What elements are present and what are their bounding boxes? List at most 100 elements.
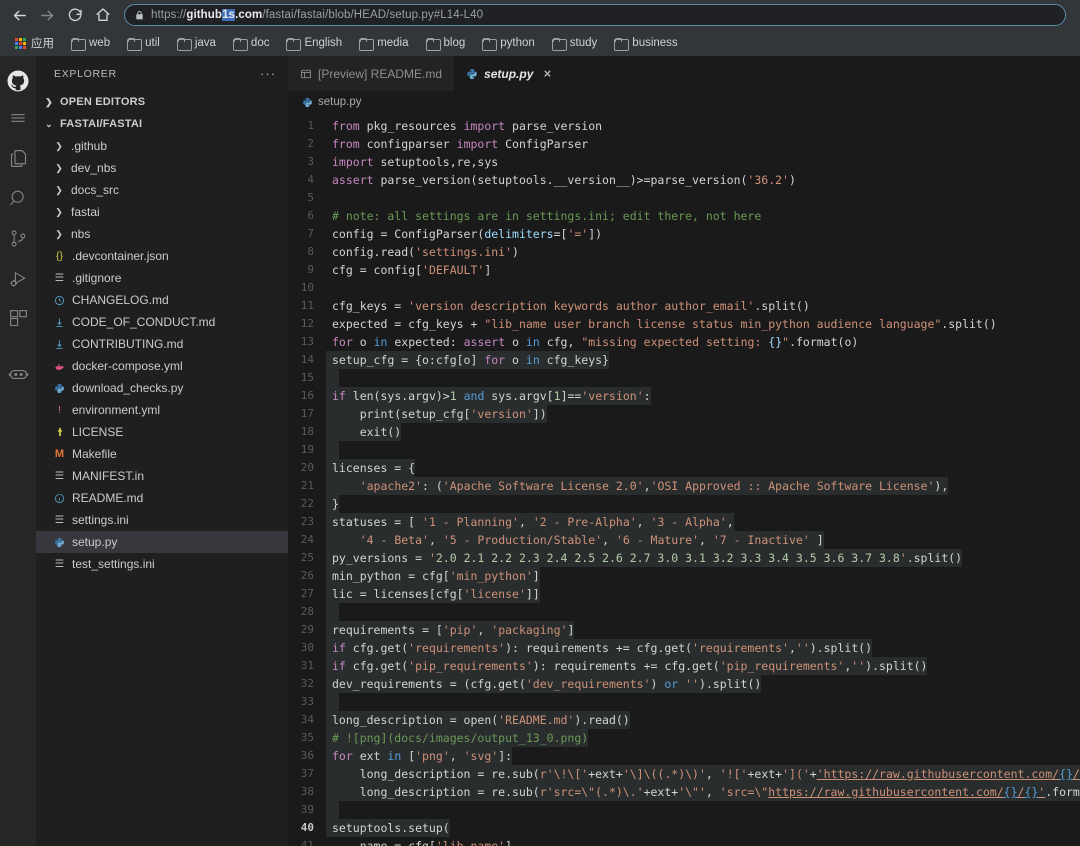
home-button[interactable]: [90, 2, 116, 28]
code-line[interactable]: 2from configparser import ConfigParser: [288, 135, 1080, 153]
bookmark-blog[interactable]: blog: [419, 35, 473, 51]
github-logo-icon[interactable]: [0, 64, 36, 98]
code-line[interactable]: 19: [288, 441, 1080, 459]
code-line[interactable]: 32dev_requirements = (cfg.get('dev_requi…: [288, 675, 1080, 693]
python-icon: [52, 383, 67, 394]
code-line[interactable]: 3import setuptools,re,sys: [288, 153, 1080, 171]
code-editor[interactable]: 1from pkg_resources import parse_version…: [288, 113, 1080, 846]
code-line[interactable]: 20licenses = {: [288, 459, 1080, 477]
explorer-more-actions-icon[interactable]: ···: [260, 67, 276, 80]
tree-file-changelog-md[interactable]: CHANGELOG.md: [36, 289, 288, 311]
code-line[interactable]: 15: [288, 369, 1080, 387]
code-line[interactable]: 23statuses = [ '1 - Planning', '2 - Pre-…: [288, 513, 1080, 531]
code-line[interactable]: 12expected = cfg_keys + "lib_name user b…: [288, 315, 1080, 333]
line-content: setuptools.setup(: [326, 819, 450, 837]
bookmark-java[interactable]: java: [170, 35, 223, 51]
extensions-icon[interactable]: [0, 298, 36, 338]
bookmark-util[interactable]: util: [120, 35, 167, 51]
tree-file-test-settings-ini[interactable]: ☰ test_settings.ini: [36, 553, 288, 575]
tree-file-readme-md[interactable]: README.md: [36, 487, 288, 509]
code-line[interactable]: 37 long_description = re.sub(r'\!\['+ext…: [288, 765, 1080, 783]
menu-icon[interactable]: [0, 98, 36, 138]
tree-file-makefile[interactable]: M Makefile: [36, 443, 288, 465]
tree-file-contributing-md[interactable]: CONTRIBUTING.md: [36, 333, 288, 355]
code-line[interactable]: 41 name = cfg['lib_name'],: [288, 837, 1080, 846]
code-line[interactable]: 29requirements = ['pip', 'packaging']: [288, 621, 1080, 639]
code-line[interactable]: 6# note: all settings are in settings.in…: [288, 207, 1080, 225]
tree-file-environment-yml[interactable]: ! environment.yml: [36, 399, 288, 421]
tree-file-devcontainer-json[interactable]: {} .devcontainer.json: [36, 245, 288, 267]
tree-folder-nbs[interactable]: ❯ nbs: [36, 223, 288, 245]
tree-file-manifest-in[interactable]: ☰ MANIFEST.in: [36, 465, 288, 487]
tree-file-code-of-conduct-md[interactable]: CODE_OF_CONDUCT.md: [36, 311, 288, 333]
tab-readme-preview[interactable]: [Preview] README.md: [288, 56, 454, 91]
bookmark-python[interactable]: python: [475, 35, 542, 51]
code-line[interactable]: 36for ext in ['png', 'svg']:: [288, 747, 1080, 765]
folder-icon: [359, 38, 372, 49]
code-line[interactable]: 31if cfg.get('pip_requirements'): requir…: [288, 657, 1080, 675]
address-bar[interactable]: https://github1s.com/fastai/fastai/blob/…: [124, 4, 1066, 26]
code-line[interactable]: 40setuptools.setup(: [288, 819, 1080, 837]
line-number: 28: [288, 603, 326, 621]
code-line[interactable]: 11cfg_keys = 'version description keywor…: [288, 297, 1080, 315]
tree-folder-docs-src[interactable]: ❯ docs_src: [36, 179, 288, 201]
reload-button[interactable]: [62, 2, 88, 28]
code-line[interactable]: 4assert parse_version(setuptools.__versi…: [288, 171, 1080, 189]
code-line[interactable]: 18 exit(): [288, 423, 1080, 441]
bookmark-study[interactable]: study: [545, 35, 605, 51]
bookmark-doc[interactable]: doc: [226, 35, 277, 51]
code-line[interactable]: 28: [288, 603, 1080, 621]
code-line[interactable]: 38 long_description = re.sub(r'src=\"(.*…: [288, 783, 1080, 801]
clock-icon: [52, 295, 67, 306]
tab-setup-py[interactable]: setup.py ×: [454, 56, 563, 91]
tree-file-license[interactable]: LICENSE: [36, 421, 288, 443]
tree-folder-dev-nbs[interactable]: ❯ dev_nbs: [36, 157, 288, 179]
tree-item-label: nbs: [71, 227, 90, 241]
tree-folder-fastai[interactable]: ❯ fastai: [36, 201, 288, 223]
back-button[interactable]: [6, 2, 32, 28]
close-icon[interactable]: ×: [543, 66, 551, 81]
search-icon[interactable]: [0, 178, 36, 218]
code-line[interactable]: 5: [288, 189, 1080, 207]
bookmark-apps[interactable]: 应用: [8, 33, 61, 53]
code-line[interactable]: 21 'apache2': ('Apache Software License …: [288, 477, 1080, 495]
code-line[interactable]: 17 print(setup_cfg['version']): [288, 405, 1080, 423]
code-line[interactable]: 26min_python = cfg['min_python']: [288, 567, 1080, 585]
bookmark-web[interactable]: web: [64, 35, 117, 51]
code-line[interactable]: 16if len(sys.argv)>1 and sys.argv[1]=='v…: [288, 387, 1080, 405]
forward-button[interactable]: [34, 2, 60, 28]
explorer-files-icon[interactable]: [0, 138, 36, 178]
code-line[interactable]: 33: [288, 693, 1080, 711]
code-line[interactable]: 30if cfg.get('requirements'): requiremen…: [288, 639, 1080, 657]
code-line[interactable]: 14setup_cfg = {o:cfg[o] for o in cfg_key…: [288, 351, 1080, 369]
tree-file-setup-py[interactable]: setup.py: [36, 531, 288, 553]
code-line[interactable]: 34long_description = open('README.md').r…: [288, 711, 1080, 729]
code-line[interactable]: 13for o in expected: assert o in cfg, "m…: [288, 333, 1080, 351]
sidebar-section-open-editors[interactable]: ❯ OPEN EDITORS: [36, 91, 288, 113]
bookmark-english[interactable]: English: [279, 35, 349, 51]
code-line[interactable]: 25py_versions = '2.0 2.1 2.2 2.3 2.4 2.5…: [288, 549, 1080, 567]
code-line[interactable]: 10: [288, 279, 1080, 297]
code-line[interactable]: 24 '4 - Beta', '5 - Production/Stable', …: [288, 531, 1080, 549]
tree-folder-github[interactable]: ❯ .github: [36, 135, 288, 157]
code-line[interactable]: 35# ![png](docs/images/output_13_0.png): [288, 729, 1080, 747]
code-line[interactable]: 7config = ConfigParser(delimiters=['=']): [288, 225, 1080, 243]
tree-file-gitignore[interactable]: ☰ .gitignore: [36, 267, 288, 289]
tree-file-docker-compose-yml[interactable]: docker-compose.yml: [36, 355, 288, 377]
code-line[interactable]: 8config.read('settings.ini'): [288, 243, 1080, 261]
source-control-icon[interactable]: [0, 218, 36, 258]
code-line[interactable]: 1from pkg_resources import parse_version: [288, 117, 1080, 135]
bookmark-business[interactable]: business: [607, 35, 684, 51]
run-and-debug-icon[interactable]: [0, 258, 36, 298]
code-line[interactable]: 22}: [288, 495, 1080, 513]
code-line[interactable]: 27lic = licenses[cfg['license']]: [288, 585, 1080, 603]
bookmark-media[interactable]: media: [352, 35, 415, 51]
breadcrumb[interactable]: setup.py: [288, 91, 1080, 113]
tree-file-settings-ini[interactable]: ☰ settings.ini: [36, 509, 288, 531]
copilot-robot-icon[interactable]: [0, 354, 36, 394]
tree-file-download-checks-py[interactable]: download_checks.py: [36, 377, 288, 399]
code-line[interactable]: 39: [288, 801, 1080, 819]
sidebar-section-repo[interactable]: ⌄ FASTAI/FASTAI: [36, 113, 288, 135]
code-line[interactable]: 9cfg = config['DEFAULT']: [288, 261, 1080, 279]
editor-tabs: [Preview] README.md setup.py ×: [288, 56, 1080, 91]
